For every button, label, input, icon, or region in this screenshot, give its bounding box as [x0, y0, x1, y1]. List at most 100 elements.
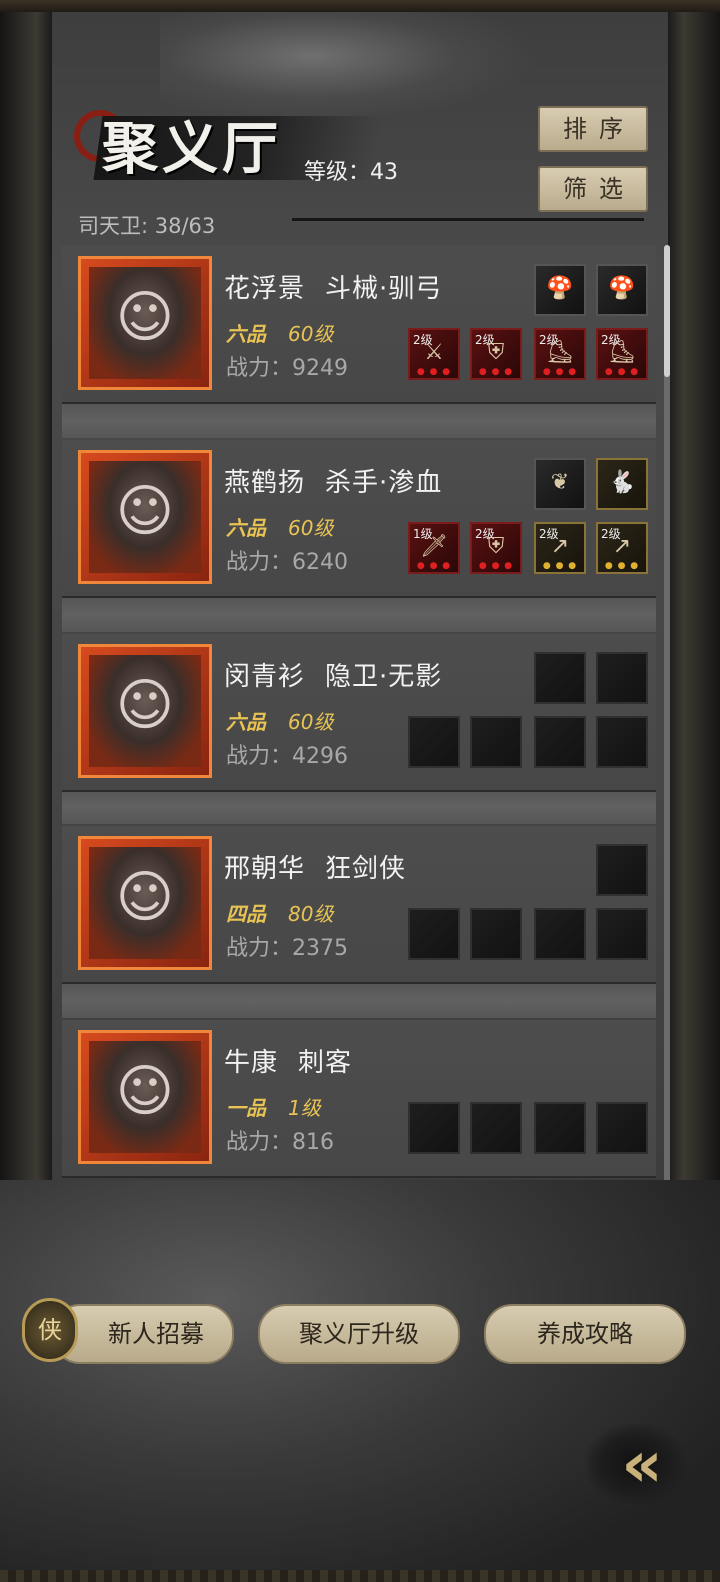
- hero-name: 燕鹤扬: [224, 468, 306, 498]
- fog-background: [0, 1180, 720, 1582]
- spear-icon[interactable]: 2级 ↗ ● ● ●: [596, 522, 648, 574]
- star-dots: ● ● ●: [604, 367, 640, 377]
- empty-slot[interactable]: [534, 716, 586, 768]
- empty-slot[interactable]: [534, 652, 586, 704]
- hero-level: 1级: [288, 1096, 321, 1120]
- empty-slot[interactable]: [408, 1102, 460, 1154]
- hero-card[interactable]: ☺ 闵青衫 隐卫·无影 六品 60级 战力：4296: [62, 634, 656, 790]
- hero-grade: 六品: [226, 516, 266, 540]
- hero-power: 战力：816: [226, 1130, 334, 1155]
- dagger-icon[interactable]: 1级 🗡 ● ● ●: [408, 522, 460, 574]
- recruit-button[interactable]: 新人招募: [52, 1304, 234, 1364]
- hero-portrait[interactable]: ☺: [78, 256, 212, 390]
- hero-power: 战力：4296: [226, 744, 348, 769]
- empty-slot[interactable]: [534, 1102, 586, 1154]
- hero-face-icon: ☺: [115, 865, 175, 930]
- hero-class: 刺客: [298, 1048, 353, 1078]
- hero-face-icon: ☺: [115, 479, 175, 544]
- star-dots: ● ● ●: [542, 367, 578, 377]
- scrollbar-track[interactable]: [664, 245, 670, 1205]
- hall-upgrade-button[interactable]: 聚义厅升级: [258, 1304, 460, 1364]
- hero-name-row: 花浮景 斗械·驯弓: [224, 268, 442, 305]
- hero-power: 战力：9249: [226, 356, 348, 381]
- hero-portrait[interactable]: ☺: [78, 644, 212, 778]
- empty-slot[interactable]: [596, 1102, 648, 1154]
- hero-grade: 六品: [226, 322, 266, 346]
- boots-icon[interactable]: 2级 ⛸ ● ● ●: [534, 328, 586, 380]
- hero-level: 60级: [288, 516, 334, 540]
- crossbow-icon[interactable]: 2级 ⚔ ● ● ●: [408, 328, 460, 380]
- star-dots: ● ● ●: [604, 561, 640, 571]
- hero-avatar: ☺: [89, 267, 201, 379]
- fan-icon[interactable]: ❦: [534, 458, 586, 510]
- rabbit-icon[interactable]: 🐇: [596, 458, 648, 510]
- hero-card[interactable]: ☺ 邢朝华 狂剑侠 四品 80级 战力：2375: [62, 826, 656, 982]
- hero-portrait[interactable]: ☺: [78, 1030, 212, 1164]
- empty-slot[interactable]: [596, 908, 648, 960]
- empty-slot[interactable]: [596, 844, 648, 896]
- hero-face-icon: ☺: [115, 285, 175, 350]
- hero-portrait[interactable]: ☺: [78, 836, 212, 970]
- hall-level: 等级：43: [304, 160, 398, 185]
- empty-slot[interactable]: [470, 716, 522, 768]
- hero-grade: 一品: [226, 1096, 266, 1120]
- hero-grade-row: 四品 80级: [226, 898, 333, 927]
- hero-power: 战力：6240: [226, 550, 348, 575]
- hero-level: 80级: [288, 902, 334, 926]
- hero-grade-row: 一品 1级: [226, 1092, 321, 1121]
- hero-name-row: 燕鹤扬 杀手·渗血: [224, 462, 442, 499]
- hero-class: 斗械·驯弓: [325, 274, 443, 304]
- hero-grade: 六品: [226, 710, 266, 734]
- empty-slot[interactable]: [596, 652, 648, 704]
- hero-power: 战力：2375: [226, 936, 348, 961]
- hero-avatar: ☺: [89, 461, 201, 573]
- double-chevron-left-icon: «: [621, 1428, 662, 1502]
- empty-slot[interactable]: [408, 908, 460, 960]
- guard-count: 司天卫: 38/63: [78, 214, 216, 238]
- top-frame: [0, 0, 720, 12]
- page-title: 聚义厅: [102, 116, 282, 182]
- list-separator: [62, 404, 656, 438]
- star-dots: ● ● ●: [478, 561, 514, 571]
- list-separator: [62, 598, 656, 632]
- robe-icon[interactable]: 2级 ⛨ ● ● ●: [470, 522, 522, 574]
- back-button[interactable]: «: [586, 1424, 686, 1504]
- empty-slot[interactable]: [408, 716, 460, 768]
- recruit-badge-icon[interactable]: 侠: [22, 1298, 78, 1362]
- hero-card[interactable]: ☺ 牛康 刺客 一品 1级 战力：816: [62, 1020, 656, 1176]
- list-separator: [62, 984, 656, 1018]
- empty-slot[interactable]: [596, 716, 648, 768]
- empty-slot[interactable]: [470, 908, 522, 960]
- star-dots: ● ● ●: [542, 561, 578, 571]
- hero-name: 花浮景: [224, 274, 306, 304]
- filter-button[interactable]: 筛选: [538, 166, 648, 212]
- hero-level: 60级: [288, 710, 334, 734]
- spear-icon[interactable]: 2级 ↗ ● ● ●: [534, 522, 586, 574]
- empty-slot[interactable]: [534, 908, 586, 960]
- hero-name-row: 闵青衫 隐卫·无影: [224, 656, 442, 693]
- guide-button[interactable]: 养成攻略: [484, 1304, 686, 1364]
- hero-grade: 四品: [226, 902, 266, 926]
- hero-level: 60级: [288, 322, 334, 346]
- hero-grade-row: 六品 60级: [226, 318, 333, 347]
- hero-name-row: 邢朝华 狂剑侠: [224, 848, 406, 885]
- list-separator: [62, 790, 656, 824]
- hero-face-icon: ☺: [115, 1059, 175, 1124]
- empty-slot[interactable]: [470, 1102, 522, 1154]
- hero-portrait[interactable]: ☺: [78, 450, 212, 584]
- boots-icon[interactable]: 2级 ⛸ ● ● ●: [596, 328, 648, 380]
- sort-button[interactable]: 排序: [538, 106, 648, 152]
- mushroom-icon[interactable]: 🍄: [596, 264, 648, 316]
- scrollbar-thumb[interactable]: [664, 245, 670, 377]
- armor-icon[interactable]: 2级 ⛨ ● ● ●: [470, 328, 522, 380]
- recruit-label: 新人招募: [108, 1320, 204, 1348]
- header-divider: [292, 218, 644, 221]
- hero-card[interactable]: ☺ 燕鹤扬 杀手·渗血 六品 60级 战力：6240 ❦ 🐇 1级 🗡 ● ● ● 2级…: [62, 440, 656, 596]
- hero-class: 狂剑侠: [325, 854, 407, 884]
- mushroom-icon[interactable]: 🍄: [534, 264, 586, 316]
- hero-face-icon: ☺: [115, 673, 175, 738]
- star-dots: ● ● ●: [478, 367, 514, 377]
- star-dots: ● ● ●: [416, 561, 452, 571]
- hero-card[interactable]: ☺ 花浮景 斗械·驯弓 六品 60级 战力：9249 🍄 🍄 2级 ⚔ ● ● ● 2级…: [62, 246, 656, 402]
- hero-name: 牛康: [224, 1048, 279, 1078]
